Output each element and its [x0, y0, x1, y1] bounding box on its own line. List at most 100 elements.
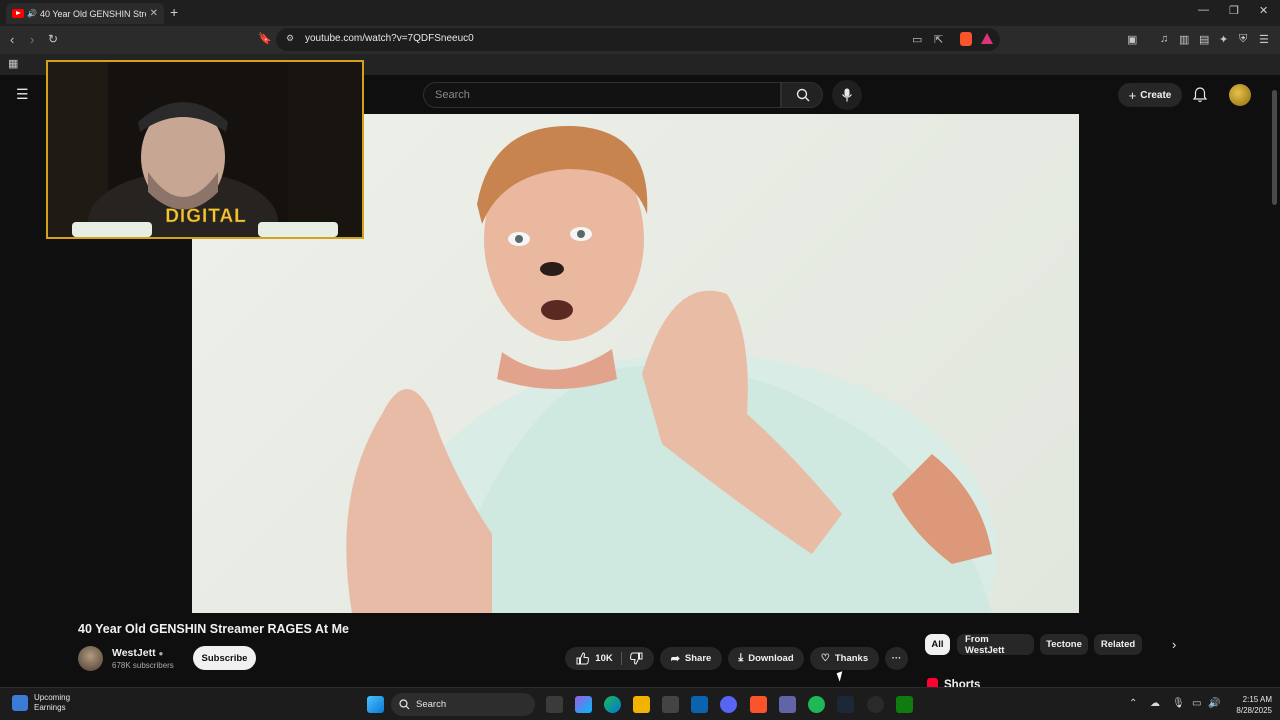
chip-all[interactable]: All: [925, 634, 950, 655]
address-bar[interactable]: ⚙ youtube.com/watch?v=7QDFSneeuc0 ▭ ⇱: [276, 28, 1000, 51]
brave-rewards-icon[interactable]: [981, 33, 993, 44]
brave-browser-icon[interactable]: [750, 696, 767, 713]
task-view-icon[interactable]: [546, 696, 563, 713]
chip-tectone[interactable]: Tectone: [1040, 634, 1088, 655]
channel-avatar[interactable]: [78, 646, 103, 671]
tray-overflow-chevron-icon[interactable]: ⌃: [1129, 698, 1137, 709]
clock-time: 2:15 AM: [1242, 695, 1272, 704]
url-text: youtube.com/watch?v=7QDFSneeuc0: [305, 33, 474, 44]
site-info-icon[interactable]: ⚙: [286, 33, 294, 44]
search-icon: [796, 88, 810, 102]
brave-shields-icon[interactable]: [960, 32, 972, 46]
cast-icon[interactable]: ▭: [912, 33, 922, 46]
browser-tab-bar: 🔊 40 Year Old GENSHIN Streamer ✕ + — ❐ ✕: [0, 0, 1280, 26]
edge-icon[interactable]: [604, 696, 621, 713]
create-button[interactable]: + Create: [1118, 83, 1182, 107]
menu-icon[interactable]: ☰: [1259, 33, 1269, 46]
start-windows-icon[interactable]: [367, 696, 384, 713]
channel-name-text: WestJett: [112, 647, 156, 659]
account-avatar[interactable]: [1229, 84, 1251, 106]
like-dislike-group: 10K: [565, 647, 654, 670]
forward-button[interactable]: ›: [30, 32, 34, 47]
share-button[interactable]: ➦ Share: [660, 647, 722, 670]
bookmark-icon[interactable]: 🔖: [258, 32, 272, 45]
chip-related[interactable]: Related: [1094, 634, 1142, 655]
widget-line-1: Upcoming: [34, 693, 71, 702]
spotify-icon[interactable]: [808, 696, 825, 713]
more-actions-button[interactable]: ···: [885, 647, 908, 670]
channel-subscriber-count: 678K subscribers: [112, 661, 174, 670]
more-icon: ···: [891, 653, 902, 664]
minimize-button[interactable]: —: [1198, 4, 1209, 16]
reading-list-icon[interactable]: ▥: [1179, 33, 1189, 46]
scrollbar-thumb[interactable]: [1272, 90, 1277, 205]
obs-icon[interactable]: [867, 696, 884, 713]
speaker-icon: 🔊: [27, 9, 37, 18]
widget-line-2: Earnings: [34, 703, 66, 712]
channel-name[interactable]: WestJett ●: [112, 647, 163, 659]
taskbar-clock[interactable]: 2:15 AM 8/28/2025: [1226, 694, 1272, 716]
thanks-heart-icon: ♡: [820, 653, 830, 664]
maximize-button[interactable]: ❐: [1229, 4, 1239, 17]
chips-next-chevron-icon[interactable]: ›: [1172, 637, 1176, 652]
download-button[interactable]: ⤓ Download: [728, 647, 804, 670]
tab-title: 40 Year Old GENSHIN Streamer: [39, 8, 146, 19]
thanks-label: Thanks: [834, 653, 869, 664]
teams-icon[interactable]: [779, 696, 796, 713]
windows-taskbar: Upcoming Earnings Search ⌃ ☁ 🎙 ▭ 🔊 2:15 …: [0, 687, 1280, 720]
browser-nav-bar: ‹ › ↻ 🔖 ⚙ youtube.com/watch?v=7QDFSneeuc…: [0, 26, 1280, 54]
taskbar-search-label: Search: [416, 699, 447, 710]
webcam-overlay: DIGITAL: [46, 60, 364, 239]
widgets-button[interactable]: Upcoming Earnings: [12, 693, 70, 713]
like-count: 10K: [595, 653, 613, 664]
youtube-favicon-icon: [12, 9, 24, 18]
volume-icon[interactable]: 🔊: [1208, 698, 1220, 709]
taskbar-search-box[interactable]: Search: [391, 693, 535, 716]
copilot-icon[interactable]: [575, 696, 592, 713]
create-label: Create: [1140, 89, 1172, 101]
like-button[interactable]: 10K: [576, 652, 622, 665]
taskbar-search-icon: [399, 699, 410, 710]
tab-close-icon[interactable]: ✕: [150, 8, 158, 19]
mouse-cursor-icon: [836, 671, 846, 682]
thumbs-up-icon: [576, 652, 590, 665]
microphone-tray-icon[interactable]: 🎙: [1172, 698, 1185, 709]
guide-menu-icon[interactable]: ☰: [16, 86, 29, 103]
media-icon[interactable]: ♫: [1160, 33, 1168, 45]
browser-tab-active[interactable]: 🔊 40 Year Old GENSHIN Streamer ✕: [6, 3, 164, 24]
reload-button[interactable]: ↻: [48, 32, 58, 46]
share-icon: ➦: [670, 653, 680, 665]
voice-search-button[interactable]: [832, 80, 862, 110]
back-button[interactable]: ‹: [10, 32, 14, 47]
file-explorer-icon[interactable]: [633, 696, 650, 713]
sidebar-toggle-icon[interactable]: ▣: [1127, 33, 1137, 46]
search-input[interactable]: Search: [423, 82, 781, 108]
close-window-button[interactable]: ✕: [1259, 4, 1268, 17]
earnings-widget-icon: [12, 695, 28, 711]
new-tab-button[interactable]: +: [170, 4, 178, 20]
leo-ai-icon[interactable]: ✦: [1219, 33, 1228, 46]
xbox-icon[interactable]: [896, 696, 913, 713]
notifications-bell-icon[interactable]: [1193, 87, 1207, 103]
onedrive-icon[interactable]: ☁: [1150, 698, 1160, 709]
chip-from-westjett[interactable]: From WestJett: [957, 634, 1034, 656]
clock-date: 8/28/2025: [1236, 706, 1272, 715]
wallet-icon[interactable]: ▤: [1199, 33, 1209, 46]
thumbs-down-icon: [629, 652, 643, 665]
apps-grid-icon[interactable]: ▦: [8, 57, 18, 70]
dislike-button[interactable]: [622, 652, 643, 665]
subscribe-button[interactable]: Subscribe: [193, 646, 256, 670]
store-icon[interactable]: [662, 696, 679, 713]
steam-icon[interactable]: [837, 696, 854, 713]
microphone-icon: [842, 88, 852, 102]
share-page-icon[interactable]: ⇱: [934, 33, 943, 46]
vpn-icon[interactable]: ⛨: [1239, 33, 1247, 46]
discord-icon[interactable]: [720, 696, 737, 713]
thanks-button[interactable]: ♡ Thanks: [810, 647, 879, 670]
plus-icon: +: [1128, 87, 1137, 103]
search-button[interactable]: [781, 82, 823, 108]
share-label: Share: [684, 653, 712, 664]
outlook-icon[interactable]: [691, 696, 708, 713]
video-title: 40 Year Old GENSHIN Streamer RAGES At Me: [78, 622, 349, 636]
network-icon[interactable]: ▭: [1192, 698, 1201, 709]
